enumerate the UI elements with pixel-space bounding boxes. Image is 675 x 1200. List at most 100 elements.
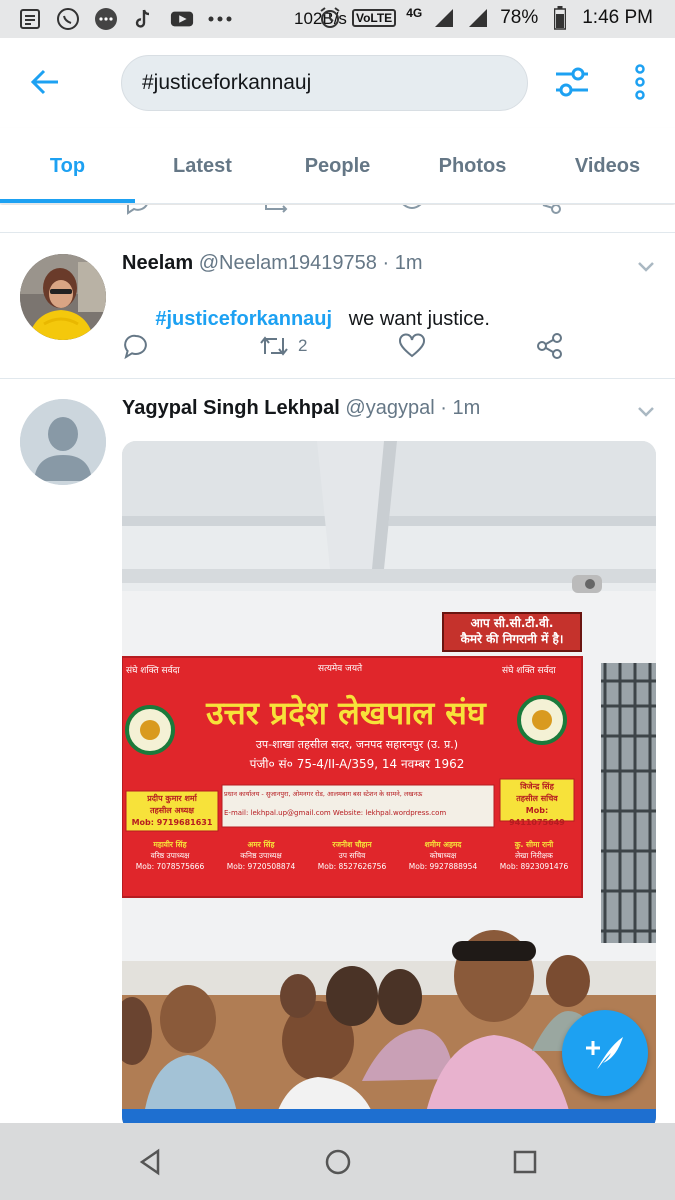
- separator: ·: [440, 397, 447, 419]
- author-handle[interactable]: @yagypal: [345, 397, 434, 419]
- author-name[interactable]: Yagypal Singh Lekhpal: [122, 397, 340, 419]
- tweet[interactable]: Neelam @Neelam19419758 · 1m #justicefork…: [0, 234, 675, 379]
- member-phone: Mob: 9927888954: [408, 862, 478, 871]
- sliders-icon: [556, 67, 588, 97]
- cctv-sign-line1: आप सी.सी.टी.वी.: [470, 616, 554, 630]
- member-role: कोषाध्यक्ष: [429, 851, 457, 860]
- banner-right-box: विजेन्द्र सिंह तहसील सचिव Mob: 941107564…: [501, 781, 573, 829]
- cctv-sign-line2: कैमरे की निगरानी में है।: [460, 632, 564, 646]
- tweet-feed[interactable]: Neelam @Neelam19419758 · 1m #justicefork…: [0, 205, 675, 1123]
- more-vertical-icon: [635, 64, 645, 100]
- battery-icon: [548, 6, 572, 30]
- member-name: शमीम अहमद: [424, 840, 462, 849]
- whatsapp-icon: [56, 7, 80, 31]
- member-role: वरिष्ठ उपाध्यक्ष: [150, 851, 190, 860]
- default-avatar-icon[interactable]: [20, 399, 106, 485]
- reply-icon: [124, 334, 147, 360]
- search-filter-button[interactable]: [552, 62, 592, 102]
- share-icon: [537, 333, 562, 359]
- tweet-actions: 2: [122, 332, 582, 362]
- member-name: रजनीश चौहान: [332, 840, 372, 849]
- banner-right-name: विजेन्द्र सिंह: [520, 782, 554, 791]
- search-tabs: Top Latest People Photos Videos: [0, 128, 675, 204]
- cctv-sign: आप सी.सी.टी.वी. कैमरे की निगरानी में है।: [445, 615, 579, 647]
- banner-subtitle: उप-शाखा तहसील सदर, जनपद सहारनपुर (उ. प्र…: [255, 738, 459, 751]
- banner-motto-left: संघे शक्ति सर्वदा: [126, 666, 180, 676]
- tweet-header: Neelam @Neelam19419758 · 1m: [122, 252, 423, 275]
- member-role: लेखा निरीक्षक: [515, 851, 553, 860]
- banner-contact: E-mail: lekhpal.up@gmail.com Website: le…: [224, 809, 447, 817]
- nav-home-icon[interactable]: [323, 1147, 353, 1177]
- tweet-time: 1m: [394, 252, 423, 274]
- chevron-down-icon[interactable]: [637, 261, 655, 273]
- tiktok-icon: [132, 7, 156, 31]
- tab-people[interactable]: People: [270, 128, 405, 204]
- member-phone: Mob: 8923091476: [499, 862, 569, 871]
- tab-top[interactable]: Top: [0, 128, 135, 204]
- arrow-left-icon: [30, 69, 58, 95]
- banner-left-role: तहसील अध्यक्ष: [150, 806, 194, 815]
- banner-member: महावीर सिंह वरिष्ठ उपाध्यक्ष Mob: 707857…: [126, 839, 214, 872]
- nav-back-icon[interactable]: [136, 1147, 166, 1177]
- search-query: #justiceforkannauj: [142, 71, 312, 94]
- clock: 1:46 PM: [582, 7, 653, 28]
- tweet-time: 1m: [452, 397, 481, 419]
- tab-videos[interactable]: Videos: [540, 128, 675, 204]
- overflow-menu-button[interactable]: [628, 62, 652, 102]
- avatar[interactable]: [20, 254, 106, 340]
- more-notifications-icon: [208, 7, 232, 31]
- banner-registration: पंजी० सं० 75-4/II-A/359, 14 नवम्बर 1962: [249, 757, 465, 771]
- member-phone: Mob: 8527626756: [317, 862, 387, 871]
- status-bar: 102B/s VoLTE 4G 78% 1:46 PM: [0, 0, 675, 38]
- member-role: कनिष्ठ उपाध्यक्ष: [240, 851, 282, 860]
- alarm-icon: [318, 6, 342, 30]
- youtube-icon: [170, 7, 194, 31]
- tweet-header: Yagypal Singh Lekhpal @yagypal · 1m: [122, 397, 480, 420]
- retweet-icon: [260, 336, 288, 356]
- active-tab-indicator: [0, 199, 135, 203]
- banner-member: कु. सीमा रानी लेखा निरीक्षक Mob: 8923091…: [490, 839, 578, 872]
- banner-right-phone: Mob: 9411075649: [509, 806, 565, 827]
- tweet[interactable]: Yagypal Singh Lekhpal @yagypal · 1m आप स…: [0, 379, 675, 1123]
- member-role: उप सचिव: [338, 851, 366, 860]
- banner-left-box: प्रदीप कुमार शर्मा तहसील अध्यक्ष Mob: 97…: [128, 793, 216, 829]
- heart-icon: [399, 333, 425, 358]
- share-button[interactable]: [536, 332, 564, 360]
- battery-level: 78%: [500, 7, 539, 28]
- tab-photos[interactable]: Photos: [405, 128, 540, 204]
- retweet-button[interactable]: 2: [258, 332, 307, 360]
- search-input[interactable]: #justiceforkannauj: [121, 55, 528, 111]
- hashtag-link[interactable]: #justiceforkannauj: [155, 308, 332, 330]
- chevron-down-icon[interactable]: [637, 406, 655, 418]
- back-button[interactable]: [26, 62, 66, 102]
- banner-title: उत्तर प्रदेश लेखपाल संघ: [206, 694, 486, 732]
- separator: ·: [382, 252, 390, 274]
- android-nav-bar: [0, 1123, 675, 1200]
- message-icon: [94, 7, 118, 31]
- banner-motto-right: संघे शक्ति सर्वदा: [502, 666, 556, 676]
- member-phone: Mob: 9720508874: [226, 862, 296, 871]
- banner-left-phone: Mob: 9719681631: [131, 818, 213, 827]
- search-header: #justiceforkannauj: [0, 38, 675, 128]
- member-name: कु. सीमा रानी: [514, 840, 554, 849]
- nav-recents-icon[interactable]: [510, 1147, 540, 1177]
- retweet-count: 2: [298, 336, 308, 355]
- signal-icon-2: [466, 6, 490, 30]
- author-name[interactable]: Neelam: [122, 252, 193, 274]
- network-type: 4G: [406, 6, 423, 20]
- like-button[interactable]: [398, 332, 426, 360]
- volte-badge: VoLTE: [351, 9, 397, 27]
- banner-member: अमर सिंह कनिष्ठ उपाध्यक्ष Mob: 972050887…: [217, 839, 305, 872]
- compose-tweet-button[interactable]: [562, 1010, 648, 1096]
- banner-office: प्रधान कार्यालय - सुजानपुरा, ओमनगर रोड, …: [224, 790, 423, 798]
- previous-tweet-actions: [0, 205, 675, 233]
- banner-members: महावीर सिंह वरिष्ठ उपाध्यक्ष Mob: 707857…: [126, 839, 578, 872]
- author-handle[interactable]: @Neelam19419758: [199, 252, 377, 274]
- banner-motto-center: सत्यमेव जयते: [318, 664, 363, 674]
- tab-latest[interactable]: Latest: [135, 128, 270, 204]
- news-notification-icon: [18, 7, 42, 31]
- member-phone: Mob: 7078575666: [135, 862, 205, 871]
- tweet-body: we want justice.: [332, 308, 490, 330]
- reply-button[interactable]: [122, 332, 150, 360]
- compose-feather-icon: [586, 1037, 623, 1069]
